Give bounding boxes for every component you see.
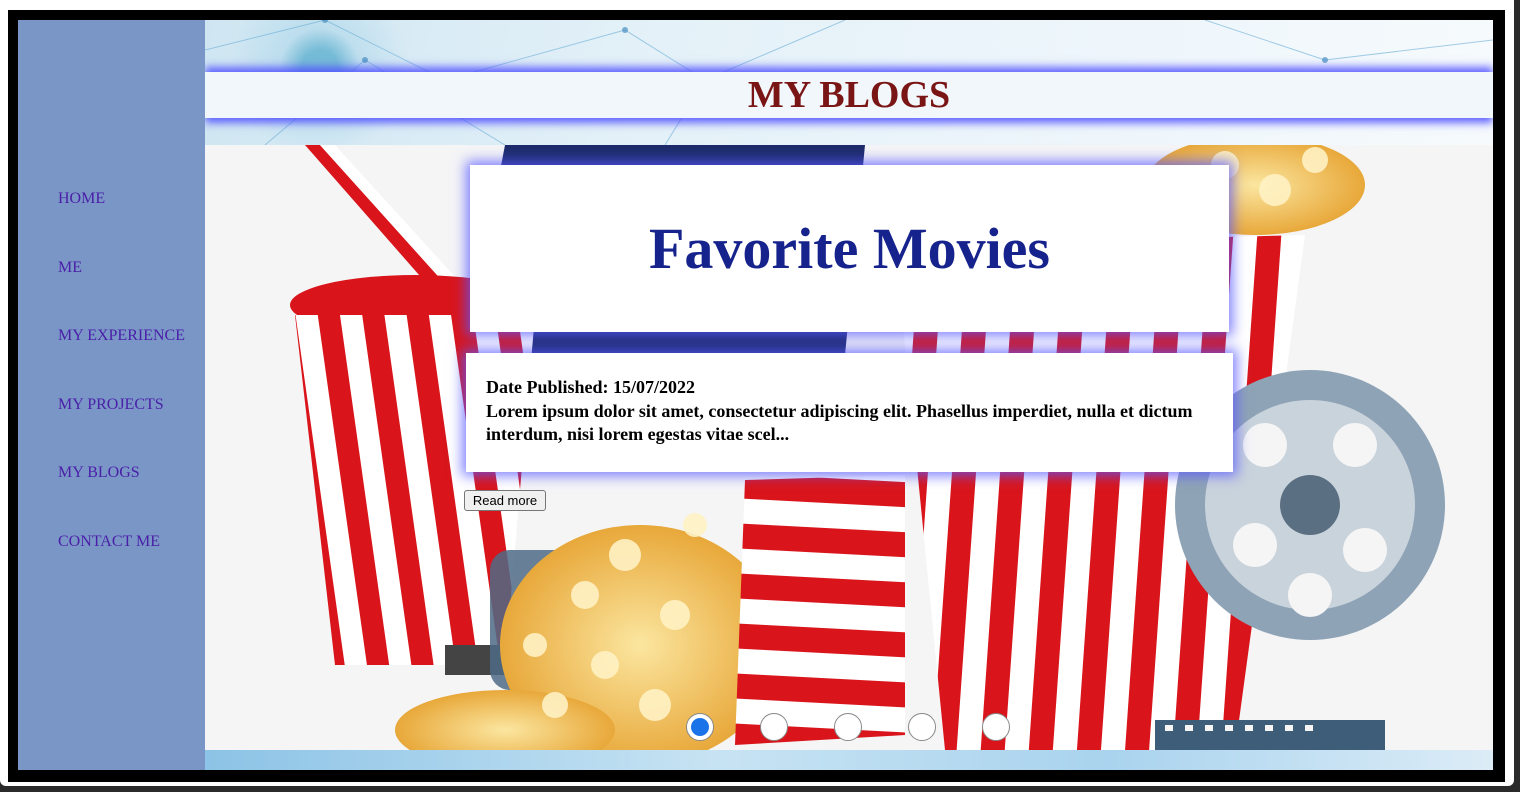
post-excerpt: Lorem ipsum dolor sit amet, consectetur … bbox=[486, 401, 1193, 444]
main-content: MY BLOGS Favorite Movies Date Published:… bbox=[205, 20, 1493, 770]
sidebar-item-my-experience[interactable]: MY EXPERIENCE bbox=[58, 327, 185, 345]
sidebar-item-contact-me[interactable]: CONTACT ME bbox=[58, 533, 160, 551]
footer-strip bbox=[205, 750, 1493, 770]
post-title: Favorite Movies bbox=[648, 216, 1050, 281]
slider-dot-1[interactable] bbox=[686, 713, 714, 741]
post-title-card: Favorite Movies bbox=[470, 165, 1229, 332]
sidebar-item-my-projects[interactable]: MY PROJECTS bbox=[58, 396, 164, 414]
post-date: Date Published: 15/07/2022 bbox=[486, 377, 696, 397]
slider-dot-2[interactable] bbox=[760, 713, 788, 741]
slider-dot-4[interactable] bbox=[908, 713, 936, 741]
sidebar-item-my-blogs[interactable]: MY BLOGS bbox=[58, 464, 140, 482]
sidebar-item-home[interactable]: HOME bbox=[58, 190, 105, 208]
page-title: MY BLOGS bbox=[747, 74, 951, 116]
slider-dot-3[interactable] bbox=[834, 713, 862, 741]
sidebar-item-me[interactable]: ME bbox=[58, 259, 82, 277]
post-info-card: Date Published: 15/07/2022 Lorem ipsum d… bbox=[466, 353, 1233, 472]
read-more-button[interactable]: Read more bbox=[464, 490, 546, 511]
sidebar-nav: HOME ME MY EXPERIENCE MY PROJECTS MY BLO… bbox=[18, 20, 205, 770]
slider-dot-5[interactable] bbox=[982, 713, 1010, 741]
